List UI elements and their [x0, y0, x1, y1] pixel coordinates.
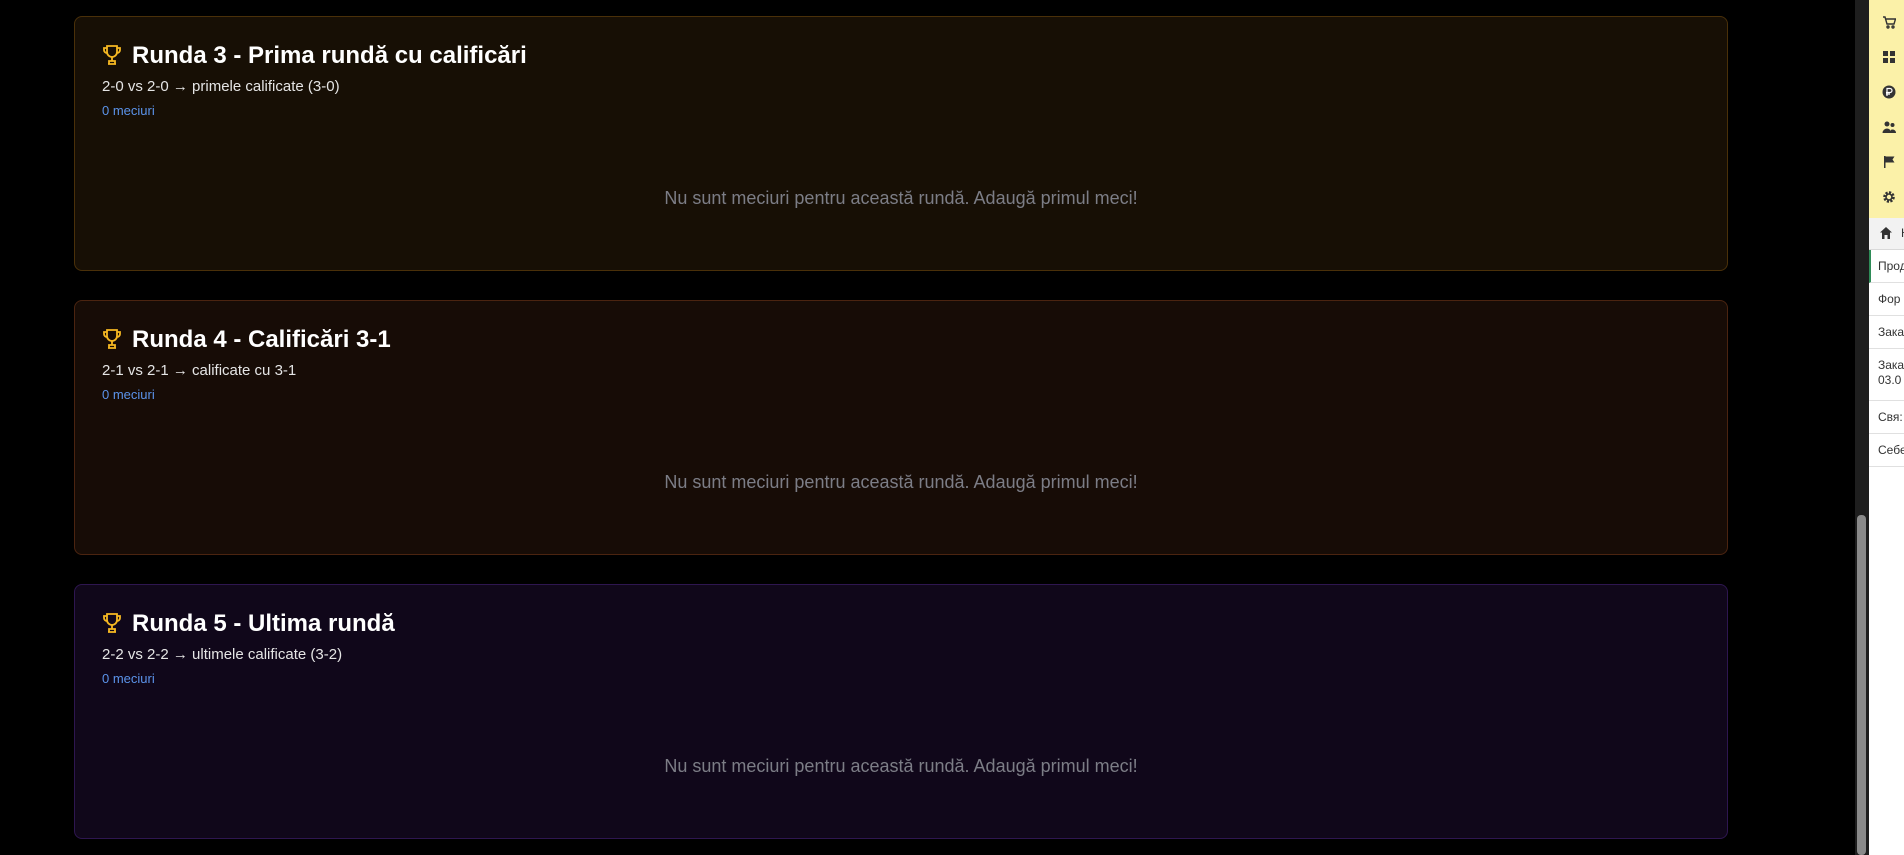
grid-icon[interactable]	[1881, 50, 1897, 66]
app-window: Runda 3 - Prima rundă cu calificări 2-0 …	[0, 0, 1904, 855]
round-title: Runda 5 - Ultima rundă	[132, 610, 395, 637]
round-heading: Runda 5 - Ultima rundă	[102, 609, 1700, 639]
trophy-icon	[102, 44, 124, 68]
side-nav-list: Прод Фор Зака Зака 03.0 Свя: Себе	[1869, 250, 1904, 467]
rounds-list: Runda 3 - Prima rundă cu calificări 2-0 …	[0, 0, 1855, 855]
side-toolbar	[1869, 0, 1904, 218]
round-title: Runda 4 - Calificări 3-1	[132, 326, 391, 353]
side-nav-item[interactable]: Зака 03.0	[1869, 349, 1904, 401]
round-description: 2-0 vs 2-0 → primele calificate (3-0)	[102, 78, 340, 95]
scrollbar-thumb[interactable]	[1857, 515, 1866, 855]
home-icon[interactable]	[1878, 226, 1894, 242]
empty-state-message: Nu sunt meciuri pentru această rundă. Ad…	[664, 188, 1138, 208]
empty-state-message: Nu sunt meciuri pentru această rundă. Ad…	[664, 756, 1138, 776]
round-title: Runda 3 - Prima rundă cu calificări	[132, 42, 527, 69]
ruble-icon[interactable]	[1881, 85, 1897, 101]
trophy-icon	[102, 612, 124, 636]
round-card-5: Runda 5 - Ultima rundă 2-2 vs 2-2 → ulti…	[74, 584, 1728, 839]
round-description: 2-1 vs 2-1 → calificate cu 3-1	[102, 362, 297, 379]
flag-icon[interactable]	[1881, 155, 1897, 171]
round-card-4: Runda 4 - Calificări 3-1 2-1 vs 2-1 → ca…	[74, 300, 1728, 555]
side-nav-item[interactable]: Свя:	[1869, 401, 1904, 434]
side-nav-item-label: Зака 03.0	[1878, 358, 1904, 387]
side-nav-item[interactable]: Фор	[1869, 283, 1904, 316]
trophy-icon	[102, 328, 124, 352]
users-icon[interactable]	[1881, 120, 1897, 136]
match-count: 0 meciuri	[102, 671, 155, 686]
side-panel: Н Прод Фор Зака Зака 03.0 Свя: Себе	[1869, 0, 1904, 855]
cart-icon[interactable]	[1881, 15, 1897, 31]
empty-state-message: Nu sunt meciuri pentru această rundă. Ad…	[664, 472, 1138, 492]
side-nav-item[interactable]: Себе	[1869, 434, 1904, 467]
round-heading: Runda 4 - Calificări 3-1	[102, 325, 1700, 355]
round-description: 2-2 vs 2-2 → ultimele calificate (3-2)	[102, 646, 343, 663]
match-count: 0 meciuri	[102, 387, 155, 402]
match-count: 0 meciuri	[102, 103, 155, 118]
side-nav-item[interactable]: Прод	[1869, 250, 1904, 283]
round-heading: Runda 3 - Prima rundă cu calificări	[102, 41, 1700, 71]
gear-icon[interactable]	[1881, 190, 1897, 206]
round-card-3: Runda 3 - Prima rundă cu calificări 2-0 …	[74, 16, 1728, 271]
side-home-row[interactable]: Н	[1869, 218, 1904, 250]
side-nav-item[interactable]: Зака	[1869, 316, 1904, 349]
